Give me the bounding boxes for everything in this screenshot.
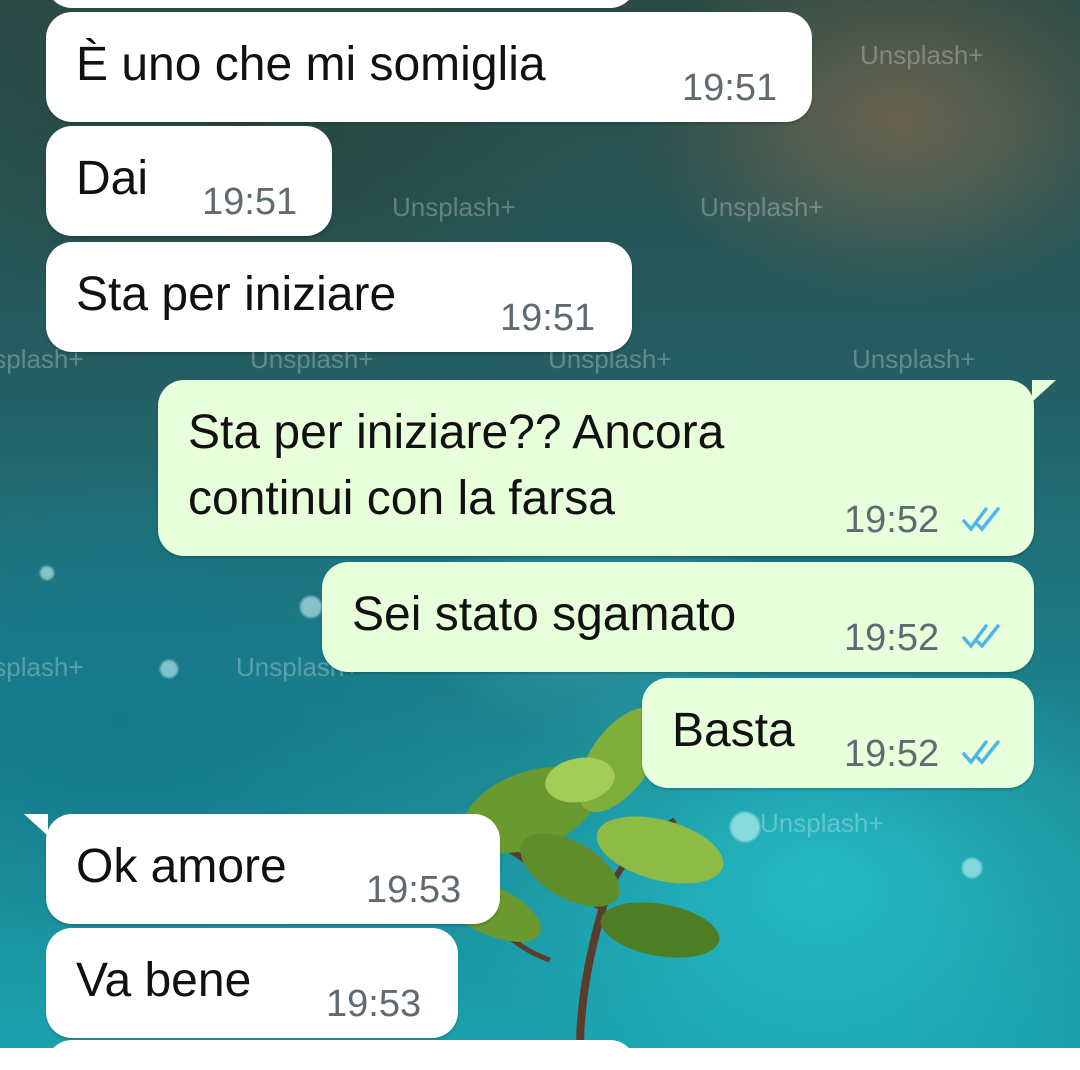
double-check-icon <box>962 740 1000 765</box>
message-bubble-incoming[interactable]: Ok amore 19:53 <box>24 814 500 924</box>
message-bubble-partial[interactable] <box>46 1040 636 1070</box>
message-bubble-partial[interactable] <box>46 0 636 8</box>
message-time: 19:52 <box>844 499 940 541</box>
message-bubble-incoming[interactable]: È uno che mi somiglia 19:51 <box>46 12 812 122</box>
message-text: Va bene <box>76 954 252 1007</box>
message-bubble-outgoing[interactable]: Basta 19:52 <box>642 678 1034 788</box>
message-text: Ok amore <box>76 840 287 893</box>
message-text: Dai <box>76 152 149 205</box>
message-bubble-incoming[interactable]: Sta per iniziare 19:51 <box>46 242 632 352</box>
double-check-icon <box>962 507 1000 532</box>
message-time: 19:52 <box>844 617 940 659</box>
message-bubble-outgoing[interactable]: Sta per iniziare?? Ancora continui con l… <box>158 380 1056 556</box>
message-text-line: continui con la farsa <box>188 472 615 525</box>
message-time: 19:53 <box>366 869 462 911</box>
message-time: 19:53 <box>326 983 422 1025</box>
message-bubble-incoming[interactable]: Va bene 19:53 <box>46 928 458 1038</box>
message-bubble-incoming[interactable]: Dai 19:51 <box>46 126 332 236</box>
message-text: È uno che mi somiglia <box>76 38 546 91</box>
message-time: 19:52 <box>844 733 940 775</box>
message-text: Sta per iniziare <box>76 268 397 321</box>
double-check-icon <box>962 624 1000 649</box>
message-time: 19:51 <box>500 297 596 339</box>
message-text-line: Sta per iniziare?? Ancora <box>188 406 725 459</box>
message-text: Basta <box>672 704 795 757</box>
chat-message-list[interactable]: È uno che mi somiglia 19:51 Dai 19:51 St… <box>0 0 1080 1070</box>
message-time: 19:51 <box>682 67 778 109</box>
message-text: Sei stato sgamato <box>352 588 737 641</box>
message-time: 19:51 <box>202 181 298 223</box>
message-bubble-outgoing[interactable]: Sei stato sgamato 19:52 <box>322 562 1034 672</box>
